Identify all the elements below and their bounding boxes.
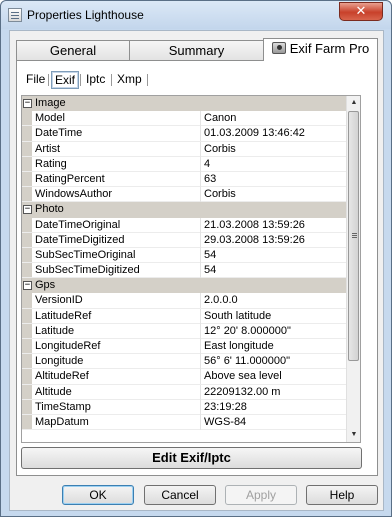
property-row[interactable]: Latitude 12° 20' 8.000000" xyxy=(22,323,352,339)
category-label: Gps xyxy=(35,279,56,292)
subtab-iptc[interactable]: Iptc xyxy=(83,71,108,89)
property-row[interactable]: SubSecTimeDigitized 54 xyxy=(22,263,352,279)
property-name: TimeStamp xyxy=(35,400,91,413)
grip-icon xyxy=(352,233,357,234)
property-name: DateTime xyxy=(35,127,83,140)
property-value[interactable]: South latitude xyxy=(200,308,350,324)
tab-exif-farm-pro-label: Exif Farm Pro xyxy=(289,41,370,56)
ok-button[interactable]: OK xyxy=(62,485,134,505)
property-name: DateTimeDigitized xyxy=(35,233,125,246)
category-label: Photo xyxy=(35,203,64,216)
tab-summary[interactable]: Summary xyxy=(129,40,264,61)
property-value[interactable]: Above sea level xyxy=(200,369,350,385)
subtab-separator xyxy=(147,74,148,86)
subtab-separator xyxy=(80,74,81,86)
property-value[interactable]: 29.03.2008 13:59:26 xyxy=(200,232,350,248)
property-row[interactable]: Artist Corbis xyxy=(22,141,352,157)
property-value[interactable]: 12° 20' 8.000000" xyxy=(200,323,350,339)
collapse-icon[interactable]: − xyxy=(23,205,32,215)
property-name: LongitudeRef xyxy=(35,340,101,352)
exif-farm-pro-panel: File Exif Iptc Xmp − Image Model Canon Da… xyxy=(16,60,378,476)
property-row[interactable]: RatingPercent 63 xyxy=(22,171,352,188)
property-row[interactable]: Altitude 22209132.00 m xyxy=(22,384,352,400)
property-grid[interactable]: − Image Model Canon DateTime 01.03.2009 13… xyxy=(21,95,361,443)
property-name: Altitude xyxy=(35,385,72,398)
category-photo[interactable]: − Photo xyxy=(22,202,352,218)
property-value[interactable]: 54 xyxy=(200,263,350,279)
property-row[interactable]: DateTime 01.03.2009 13:46:42 xyxy=(22,126,352,142)
cancel-button[interactable]: Cancel xyxy=(144,485,216,505)
property-name: Longitude xyxy=(35,355,84,368)
properties-icon xyxy=(8,8,22,22)
property-value[interactable]: 22209132.00 m xyxy=(200,384,350,400)
vertical-scrollbar[interactable]: ▲ ▼ xyxy=(346,96,360,442)
dialog-client: General Summary Exif Farm Pro File Exif … xyxy=(9,30,384,511)
property-row[interactable]: SubSecTimeOriginal 54 xyxy=(22,247,352,264)
property-row[interactable]: AltitudeRef Above sea level xyxy=(22,369,352,385)
collapse-icon[interactable]: − xyxy=(23,99,32,108)
property-grid-rows: − Image Model Canon DateTime 01.03.2009 13… xyxy=(22,96,352,431)
collapse-icon[interactable]: − xyxy=(23,281,32,291)
property-name: SubSecTimeDigitized xyxy=(35,264,140,277)
apply-button[interactable]: Apply xyxy=(225,485,297,505)
property-value[interactable]: WGS-84 xyxy=(200,414,350,430)
property-row[interactable]: Model Canon xyxy=(22,111,352,127)
property-row[interactable]: DateTimeOriginal 21.03.2008 13:59:26 xyxy=(22,217,352,233)
property-row[interactable]: TimeStamp 23:19:28 xyxy=(22,399,352,415)
property-value[interactable]: 63 xyxy=(200,171,350,187)
property-name: SubSecTimeOriginal xyxy=(35,248,136,261)
title-bar[interactable]: Properties Lighthouse ✕ xyxy=(1,1,391,29)
property-value[interactable]: 4 xyxy=(200,156,350,172)
property-name: Rating xyxy=(35,157,67,170)
property-row[interactable]: MapDatum WGS-84 xyxy=(22,414,352,431)
category-gps[interactable]: − Gps xyxy=(22,278,352,294)
scrollbar-thumb[interactable] xyxy=(348,111,359,361)
property-value[interactable]: 01.03.2009 13:46:42 xyxy=(200,126,350,142)
close-button[interactable]: ✕ xyxy=(339,2,383,21)
subtab-file[interactable]: File xyxy=(23,71,48,89)
property-value[interactable]: 54 xyxy=(200,247,350,263)
edit-exif-iptc-button[interactable]: Edit Exif/Iptc xyxy=(21,447,362,469)
window-title: Properties Lighthouse xyxy=(27,8,144,22)
tab-general[interactable]: General xyxy=(16,40,130,61)
category-label: Image xyxy=(35,97,66,109)
property-name: RatingPercent xyxy=(35,172,105,185)
tab-exif-farm-pro[interactable]: Exif Farm Pro xyxy=(263,38,378,61)
property-row[interactable]: LongitudeRef East longitude xyxy=(22,339,352,355)
subtab-xmp[interactable]: Xmp xyxy=(114,71,145,89)
camera-icon xyxy=(271,42,286,54)
property-name: Artist xyxy=(35,142,61,155)
subtab-separator xyxy=(48,74,49,86)
property-value[interactable]: Canon xyxy=(200,111,350,127)
property-value[interactable]: East longitude xyxy=(200,339,350,354)
property-row[interactable]: Longitude 56° 6' 11.000000" xyxy=(22,354,352,370)
help-button[interactable]: Help xyxy=(306,485,378,505)
property-value[interactable]: Corbis xyxy=(200,187,350,203)
scroll-down-icon[interactable]: ▼ xyxy=(347,428,360,442)
property-value[interactable]: 23:19:28 xyxy=(200,399,350,415)
property-row[interactable]: LatitudeRef South latitude xyxy=(22,308,352,324)
property-row[interactable]: DateTimeDigitized 29.03.2008 13:59:26 xyxy=(22,232,352,248)
property-row[interactable]: WindowsAuthor Corbis xyxy=(22,187,352,203)
subtab-separator xyxy=(111,74,112,86)
property-name: VersionID xyxy=(35,294,83,307)
property-value[interactable]: 21.03.2008 13:59:26 xyxy=(200,217,350,233)
property-name: Latitude xyxy=(35,324,75,337)
property-name: MapDatum xyxy=(35,415,89,428)
property-row[interactable]: Rating 4 xyxy=(22,156,352,172)
property-name: DateTimeOriginal xyxy=(35,218,121,231)
property-name: Model xyxy=(35,112,65,125)
property-name: AltitudeRef xyxy=(35,370,89,383)
property-row[interactable]: VersionID 2.0.0.0 xyxy=(22,293,352,309)
property-value[interactable]: 2.0.0.0 xyxy=(200,293,350,309)
property-value[interactable]: Corbis xyxy=(200,141,350,157)
properties-dialog: Properties Lighthouse ✕ General Summary … xyxy=(0,0,392,517)
category-image[interactable]: − Image xyxy=(22,96,352,112)
property-name: LatitudeRef xyxy=(35,309,92,322)
scroll-up-icon[interactable]: ▲ xyxy=(347,96,360,110)
property-name: WindowsAuthor xyxy=(35,188,113,201)
property-value[interactable]: 56° 6' 11.000000" xyxy=(200,354,350,370)
subtab-exif[interactable]: Exif xyxy=(51,71,80,89)
